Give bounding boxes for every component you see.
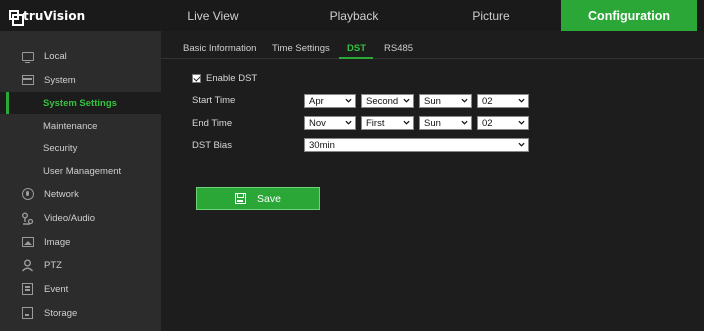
- start-month-select[interactable]: Apr: [304, 94, 356, 108]
- dst-bias-label: DST Bias: [192, 140, 232, 151]
- enable-dst-checkbox[interactable]: [192, 74, 201, 83]
- sidebar-item-label: Maintenance: [43, 120, 98, 132]
- chevron-down-icon: [518, 98, 525, 103]
- chevron-down-icon: [345, 120, 352, 125]
- dst-bias-value: 30min: [309, 139, 335, 151]
- subtab-basic-information[interactable]: Basic Information: [183, 43, 256, 54]
- sidebar-item-user-management[interactable]: User Management: [0, 160, 161, 182]
- chevron-down-icon: [403, 120, 410, 125]
- tab-playback[interactable]: Playback: [303, 0, 405, 31]
- subtab-time-settings[interactable]: Time Settings: [272, 43, 330, 54]
- start-day-select[interactable]: Sun: [419, 94, 472, 108]
- start-hour-value: 02: [482, 95, 493, 107]
- sidebar-item-label: System Settings: [43, 97, 117, 109]
- sidebar-item-label: PTZ: [44, 259, 62, 271]
- end-hour-value: 02: [482, 117, 493, 129]
- sidebar-item-image[interactable]: Image: [0, 231, 161, 253]
- start-week-value: Second: [366, 95, 399, 107]
- end-day-select[interactable]: Sun: [419, 116, 472, 130]
- start-hour-select[interactable]: 02: [477, 94, 529, 108]
- subtab-rs485[interactable]: RS485: [384, 43, 413, 54]
- chevron-down-icon: [461, 120, 468, 125]
- sidebar-item-local[interactable]: Local: [0, 45, 161, 67]
- active-subtab-indicator: [339, 57, 373, 59]
- brand-name: truVision: [23, 9, 86, 23]
- monitor-icon: [21, 50, 34, 63]
- chevron-down-icon: [518, 120, 525, 125]
- main-content: Basic Information Time Settings DST RS48…: [161, 31, 704, 331]
- enable-dst-label: Enable DST: [206, 73, 258, 84]
- end-day-value: Sun: [424, 117, 441, 129]
- calendar-icon: [21, 283, 34, 296]
- sidebar: Local System System Settings Maintenance…: [0, 31, 161, 331]
- sidebar-item-security[interactable]: Security: [0, 137, 161, 159]
- image-icon: [21, 236, 34, 249]
- tab-configuration[interactable]: Configuration: [561, 0, 697, 31]
- sidebar-item-label: Video/Audio: [44, 212, 96, 224]
- end-time-label: End Time: [192, 118, 233, 129]
- end-week-select[interactable]: First: [361, 116, 414, 130]
- save-button[interactable]: Save: [196, 187, 320, 210]
- start-day-value: Sun: [424, 95, 441, 107]
- video-audio-icon: [21, 212, 34, 225]
- tab-picture[interactable]: Picture: [440, 0, 542, 31]
- start-month-value: Apr: [309, 95, 324, 107]
- sidebar-item-video-audio[interactable]: Video/Audio: [0, 207, 161, 229]
- chevron-down-icon: [461, 98, 468, 103]
- sidebar-item-label: Security: [43, 142, 78, 154]
- end-month-select[interactable]: Nov: [304, 116, 356, 130]
- floppy-disk-icon: [235, 193, 247, 204]
- sidebar-item-label: Image: [44, 236, 71, 248]
- sidebar-item-label: Local: [44, 50, 67, 62]
- sidebar-item-label: Event: [44, 283, 69, 295]
- chevron-down-icon: [518, 142, 525, 147]
- sidebar-item-maintenance[interactable]: Maintenance: [0, 115, 161, 137]
- storage-icon: [21, 307, 34, 320]
- end-month-value: Nov: [309, 117, 326, 129]
- sidebar-item-system[interactable]: System: [0, 69, 161, 91]
- end-week-value: First: [366, 117, 385, 129]
- start-time-label: Start Time: [192, 95, 236, 106]
- logo-mark-icon: [9, 9, 24, 26]
- sidebar-item-system-settings[interactable]: System Settings: [0, 92, 161, 114]
- sidebar-item-label: Storage: [44, 307, 78, 319]
- start-week-select[interactable]: Second: [361, 94, 414, 108]
- sidebar-item-event[interactable]: Event: [0, 278, 161, 300]
- subtab-bar: Basic Information Time Settings DST RS48…: [161, 31, 704, 59]
- sidebar-item-label: System: [44, 74, 76, 86]
- globe-icon: [21, 188, 34, 201]
- sidebar-item-label: Network: [44, 188, 79, 200]
- chevron-down-icon: [403, 98, 410, 103]
- sidebar-item-label: User Management: [43, 165, 122, 177]
- sidebar-item-ptz[interactable]: PTZ: [0, 254, 161, 276]
- end-hour-select[interactable]: 02: [477, 116, 529, 130]
- chevron-down-icon: [345, 98, 352, 103]
- dst-bias-select[interactable]: 30min: [304, 138, 529, 152]
- ptz-icon: [21, 259, 34, 272]
- sidebar-item-storage[interactable]: Storage: [0, 302, 161, 324]
- save-button-label: Save: [257, 192, 281, 205]
- window-icon: [21, 74, 34, 87]
- subtab-dst[interactable]: DST: [347, 43, 366, 54]
- tab-live-view[interactable]: Live View: [162, 0, 264, 31]
- sidebar-item-network[interactable]: Network: [0, 183, 161, 205]
- enable-dst-row[interactable]: Enable DST: [192, 73, 257, 84]
- brand-logo: truVision: [9, 8, 86, 26]
- top-navigation-bar: truVision Live View Playback Picture Con…: [0, 0, 704, 31]
